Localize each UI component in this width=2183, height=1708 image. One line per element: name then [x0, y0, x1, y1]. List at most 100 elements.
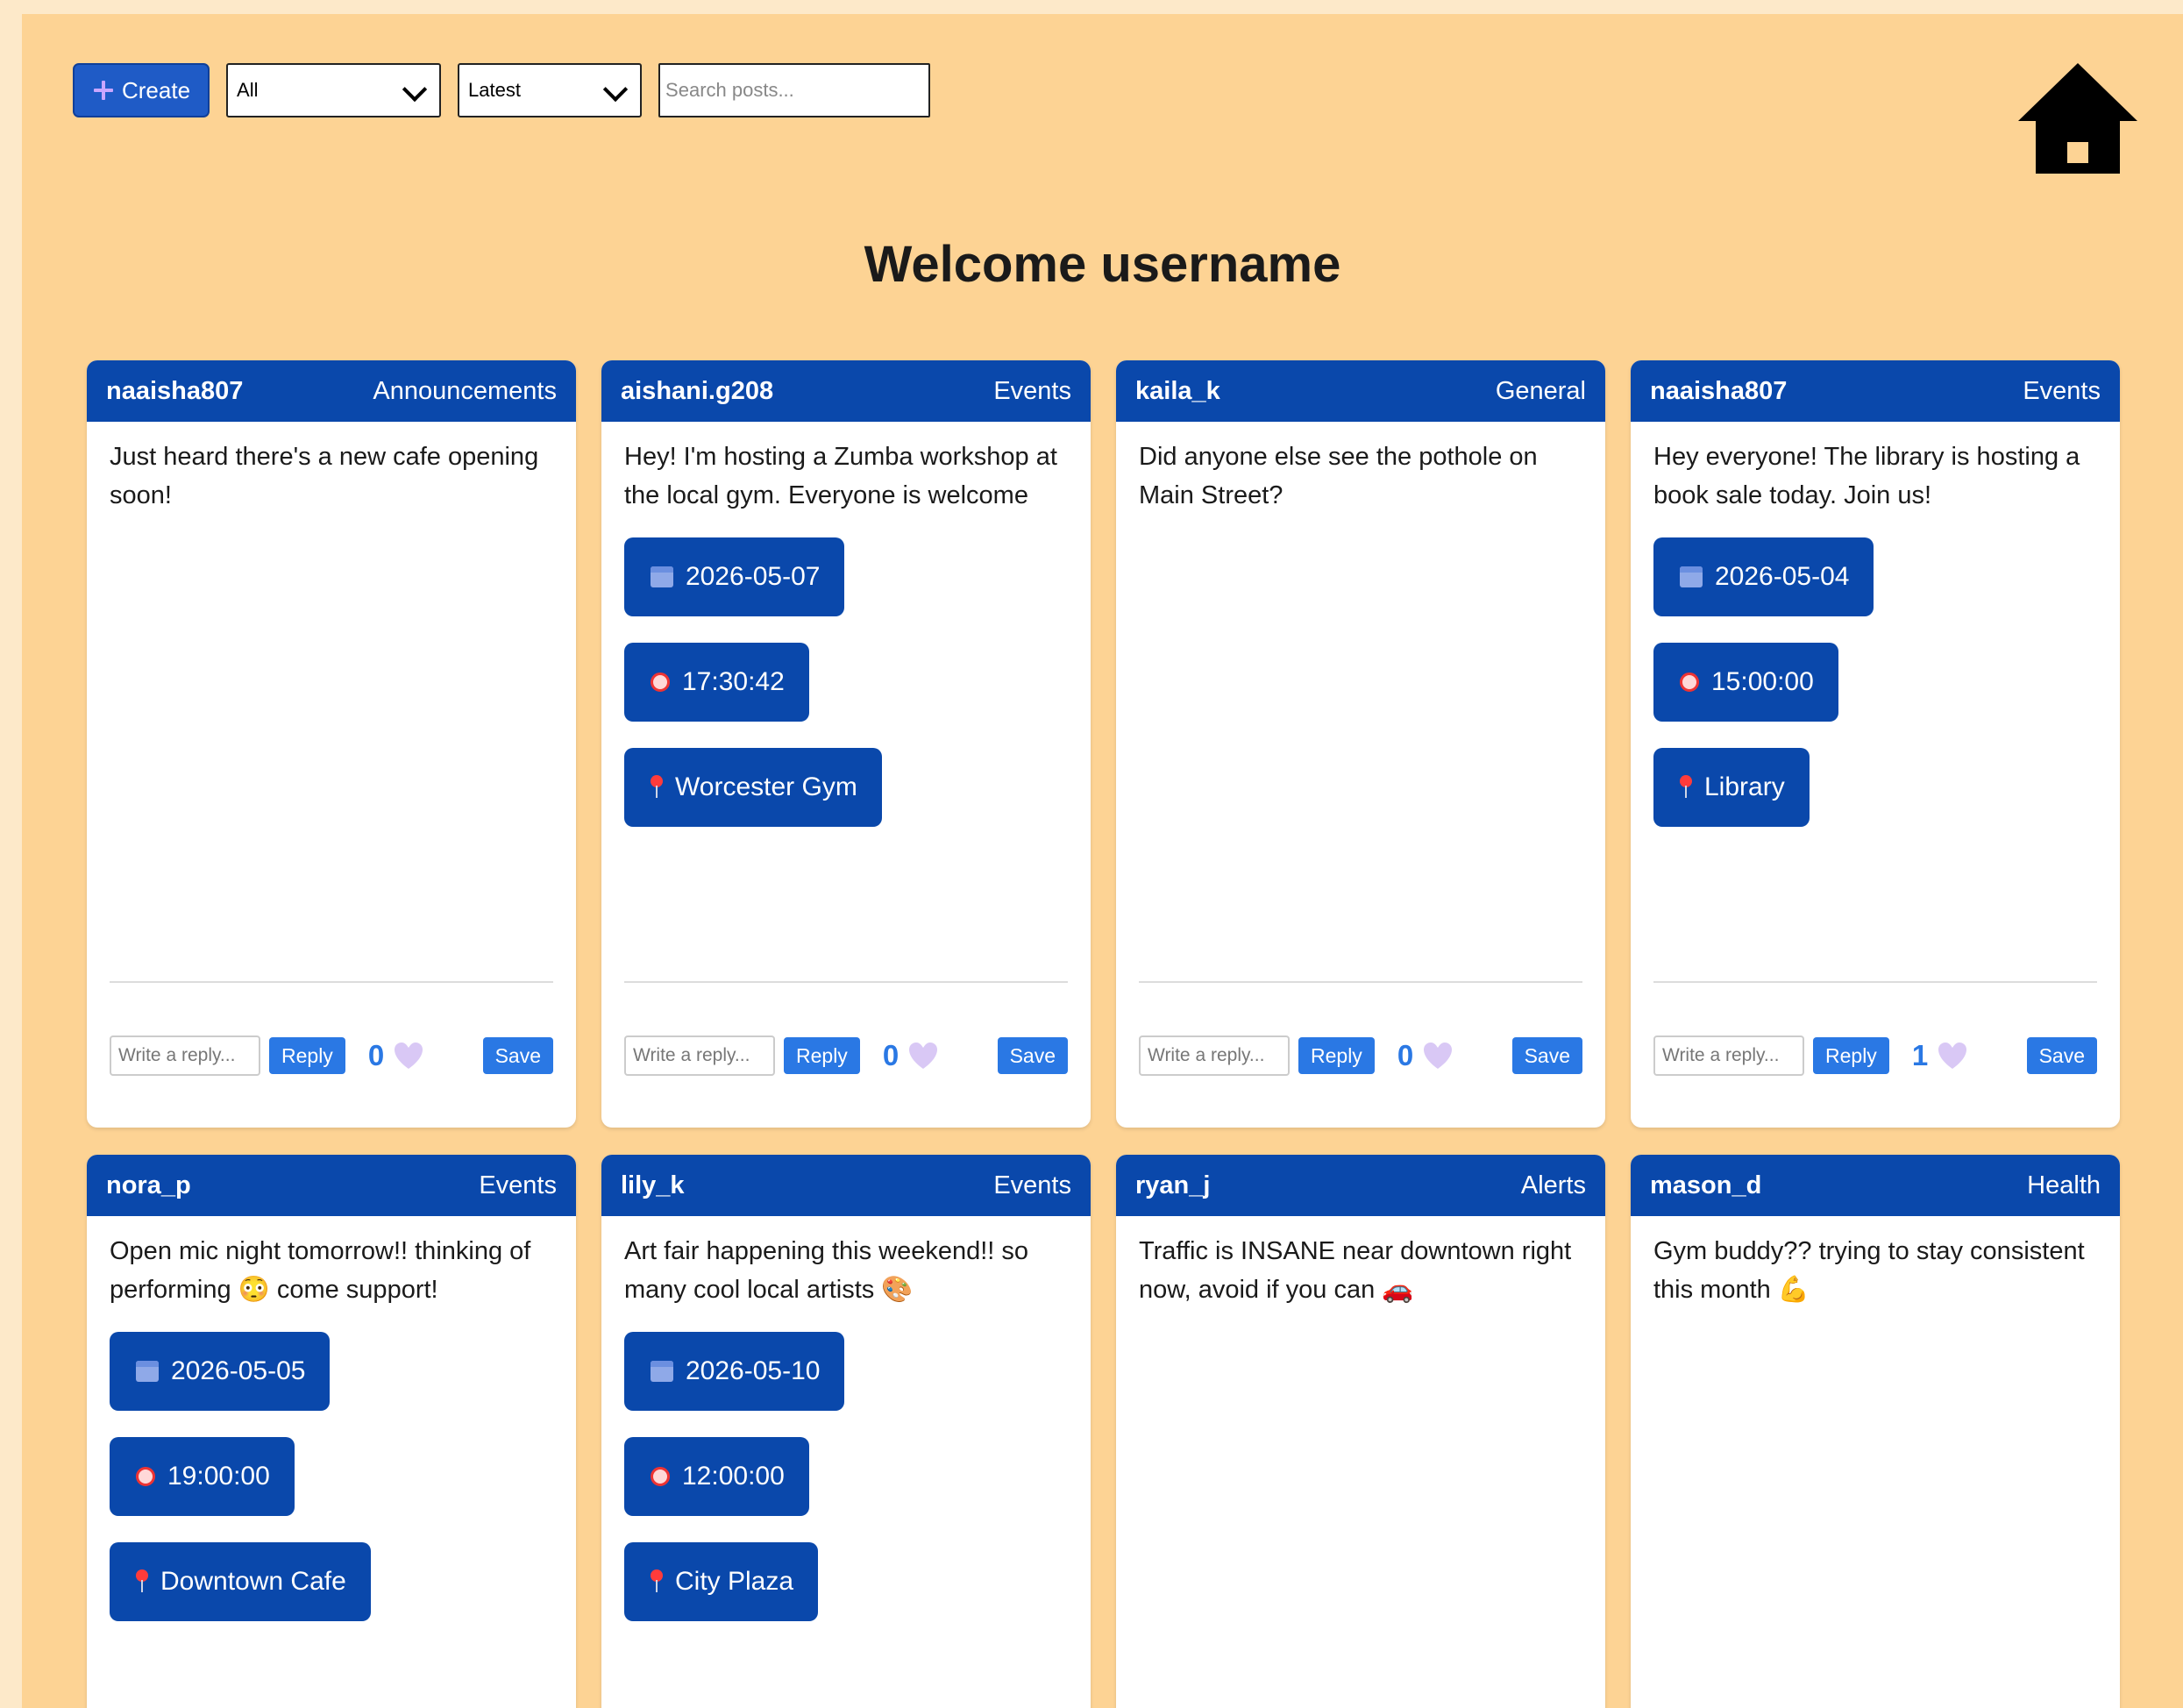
- pushpin-icon: [1680, 775, 1692, 800]
- calendar-icon: [136, 1361, 159, 1382]
- event-location: Library: [1704, 772, 1785, 801]
- post-text: Hey! I'm hosting a Zumba workshop at the…: [624, 443, 1057, 509]
- event-location: Worcester Gym: [675, 772, 857, 801]
- post-text: Hey everyone! The library is hosting a b…: [1653, 443, 2080, 509]
- reply-placeholder: Write a reply...: [1148, 1045, 1265, 1065]
- post-header: ryan_j Alerts: [1116, 1155, 1605, 1216]
- event-location-chip: Downtown Cafe: [110, 1542, 371, 1621]
- post-card: naaisha807 Announcements Just heard ther…: [87, 360, 576, 1128]
- toolbar: Create All Latest Search posts...: [73, 63, 931, 117]
- event-location-chip: Worcester Gym: [624, 748, 882, 827]
- event-time: 15:00:00: [1711, 667, 1814, 696]
- post-text: Traffic is INSANE near downtown right no…: [1139, 1237, 1572, 1304]
- save-button[interactable]: Save: [482, 1037, 553, 1074]
- event-location: Downtown Cafe: [160, 1567, 346, 1596]
- calendar-icon: [651, 566, 673, 587]
- event-time-chip: 19:00:00: [110, 1437, 295, 1516]
- post-header: kaila_k General: [1116, 360, 1605, 422]
- reply-input[interactable]: Write a reply...: [110, 1035, 260, 1076]
- category-filter-select[interactable]: All: [226, 63, 442, 117]
- save-button[interactable]: Save: [1511, 1037, 1582, 1074]
- like-count: 0: [1397, 1039, 1414, 1071]
- sort-select[interactable]: Latest: [458, 63, 643, 117]
- alarm-clock-icon: [651, 1467, 670, 1486]
- save-button[interactable]: Save: [997, 1037, 1068, 1074]
- event-time-chip: 17:30:42: [624, 643, 809, 722]
- alarm-clock-icon: [136, 1467, 155, 1486]
- save-button[interactable]: Save: [2026, 1037, 2097, 1074]
- reply-input[interactable]: Write a reply...: [624, 1035, 775, 1076]
- reply-button[interactable]: Reply: [269, 1037, 345, 1074]
- post-body: Traffic is INSANE near downtown right no…: [1116, 1216, 1605, 1348]
- home-icon[interactable]: [2016, 58, 2139, 183]
- reply-placeholder: Write a reply...: [118, 1045, 236, 1065]
- alarm-clock-icon: [1680, 673, 1699, 692]
- post-username[interactable]: mason_d: [1650, 1171, 1761, 1200]
- heart-icon[interactable]: [1422, 1041, 1454, 1071]
- post-username[interactable]: aishani.g208: [621, 377, 773, 406]
- post-username[interactable]: lily_k: [621, 1171, 685, 1200]
- reply-input[interactable]: Write a reply...: [1139, 1035, 1290, 1076]
- post-footer: Write a reply... Reply 0 Save: [1139, 981, 1582, 1076]
- post-category: Health: [2027, 1171, 2101, 1199]
- reply-button[interactable]: Reply: [1813, 1037, 1889, 1074]
- reply-button[interactable]: Reply: [784, 1037, 860, 1074]
- event-time: 12:00:00: [682, 1462, 785, 1491]
- like-count: 1: [1911, 1039, 1929, 1071]
- post-username[interactable]: naaisha807: [1650, 377, 1787, 406]
- post-header: aishani.g208 Events: [601, 360, 1091, 422]
- app-background: Create All Latest Search posts... Welcom…: [22, 14, 2183, 1708]
- post-card: ryan_j Alerts Traffic is INSANE near dow…: [1116, 1155, 1605, 1708]
- event-time: 19:00:00: [167, 1462, 270, 1491]
- event-date-chip: 2026-05-05: [110, 1332, 331, 1411]
- event-date: 2026-05-04: [1715, 562, 1850, 591]
- event-location-chip: Library: [1653, 748, 1810, 827]
- event-date: 2026-05-10: [686, 1356, 821, 1385]
- page-title: Welcome username: [864, 236, 1341, 293]
- post-category: Alerts: [1520, 1171, 1586, 1199]
- post-username[interactable]: ryan_j: [1135, 1171, 1210, 1200]
- reply-input[interactable]: Write a reply...: [1653, 1035, 1804, 1076]
- event-time-chip: 12:00:00: [624, 1437, 809, 1516]
- reply-button[interactable]: Reply: [1298, 1037, 1375, 1074]
- event-location: City Plaza: [675, 1567, 794, 1596]
- post-category: General: [1495, 376, 1586, 405]
- divider: [1653, 981, 2097, 983]
- post-category: Events: [993, 1171, 1071, 1199]
- post-username[interactable]: naaisha807: [106, 377, 243, 406]
- like-count: 0: [882, 1039, 900, 1071]
- post-card: naaisha807 Events Hey everyone! The libr…: [1631, 360, 2120, 1128]
- post-card: aishani.g208 Events Hey! I'm hosting a Z…: [601, 360, 1091, 1128]
- create-button[interactable]: Create: [73, 63, 210, 117]
- post-username[interactable]: kaila_k: [1135, 377, 1220, 406]
- pushpin-icon: [651, 1569, 663, 1594]
- event-date: 2026-05-07: [686, 562, 821, 591]
- divider: [624, 981, 1068, 983]
- heart-icon[interactable]: [907, 1041, 939, 1071]
- heart-icon[interactable]: [393, 1041, 424, 1071]
- event-location-chip: City Plaza: [624, 1542, 819, 1621]
- reply-placeholder: Write a reply...: [1662, 1045, 1780, 1065]
- post-header: nora_p Events: [87, 1155, 576, 1216]
- post-header: naaisha807 Events: [1631, 360, 2120, 422]
- calendar-icon: [651, 1361, 673, 1382]
- post-header: mason_d Health: [1631, 1155, 2120, 1216]
- heart-icon[interactable]: [1937, 1041, 1968, 1071]
- post-footer: Write a reply... Reply 0 Save: [624, 981, 1068, 1076]
- post-text: Art fair happening this weekend!! so man…: [624, 1237, 1029, 1304]
- search-placeholder: Search posts...: [665, 79, 794, 101]
- event-date-chip: 2026-05-07: [624, 537, 845, 616]
- category-filter-value: All: [237, 79, 259, 101]
- search-input[interactable]: Search posts...: [658, 63, 931, 117]
- pushpin-icon: [651, 775, 663, 800]
- plus-icon: [94, 81, 113, 100]
- event-time-chip: 15:00:00: [1653, 643, 1838, 722]
- post-text: Open mic night tomorrow!! thinking of pe…: [110, 1237, 531, 1304]
- post-username[interactable]: nora_p: [106, 1171, 191, 1200]
- chevron-down-icon: [402, 76, 428, 103]
- post-category: Events: [2023, 376, 2101, 405]
- post-card: mason_d Health Gym buddy?? trying to sta…: [1631, 1155, 2120, 1708]
- post-footer: Write a reply... Reply 0 Save: [110, 981, 553, 1076]
- like-count: 0: [367, 1039, 385, 1071]
- post-text: Did anyone else see the pothole on Main …: [1139, 443, 1538, 509]
